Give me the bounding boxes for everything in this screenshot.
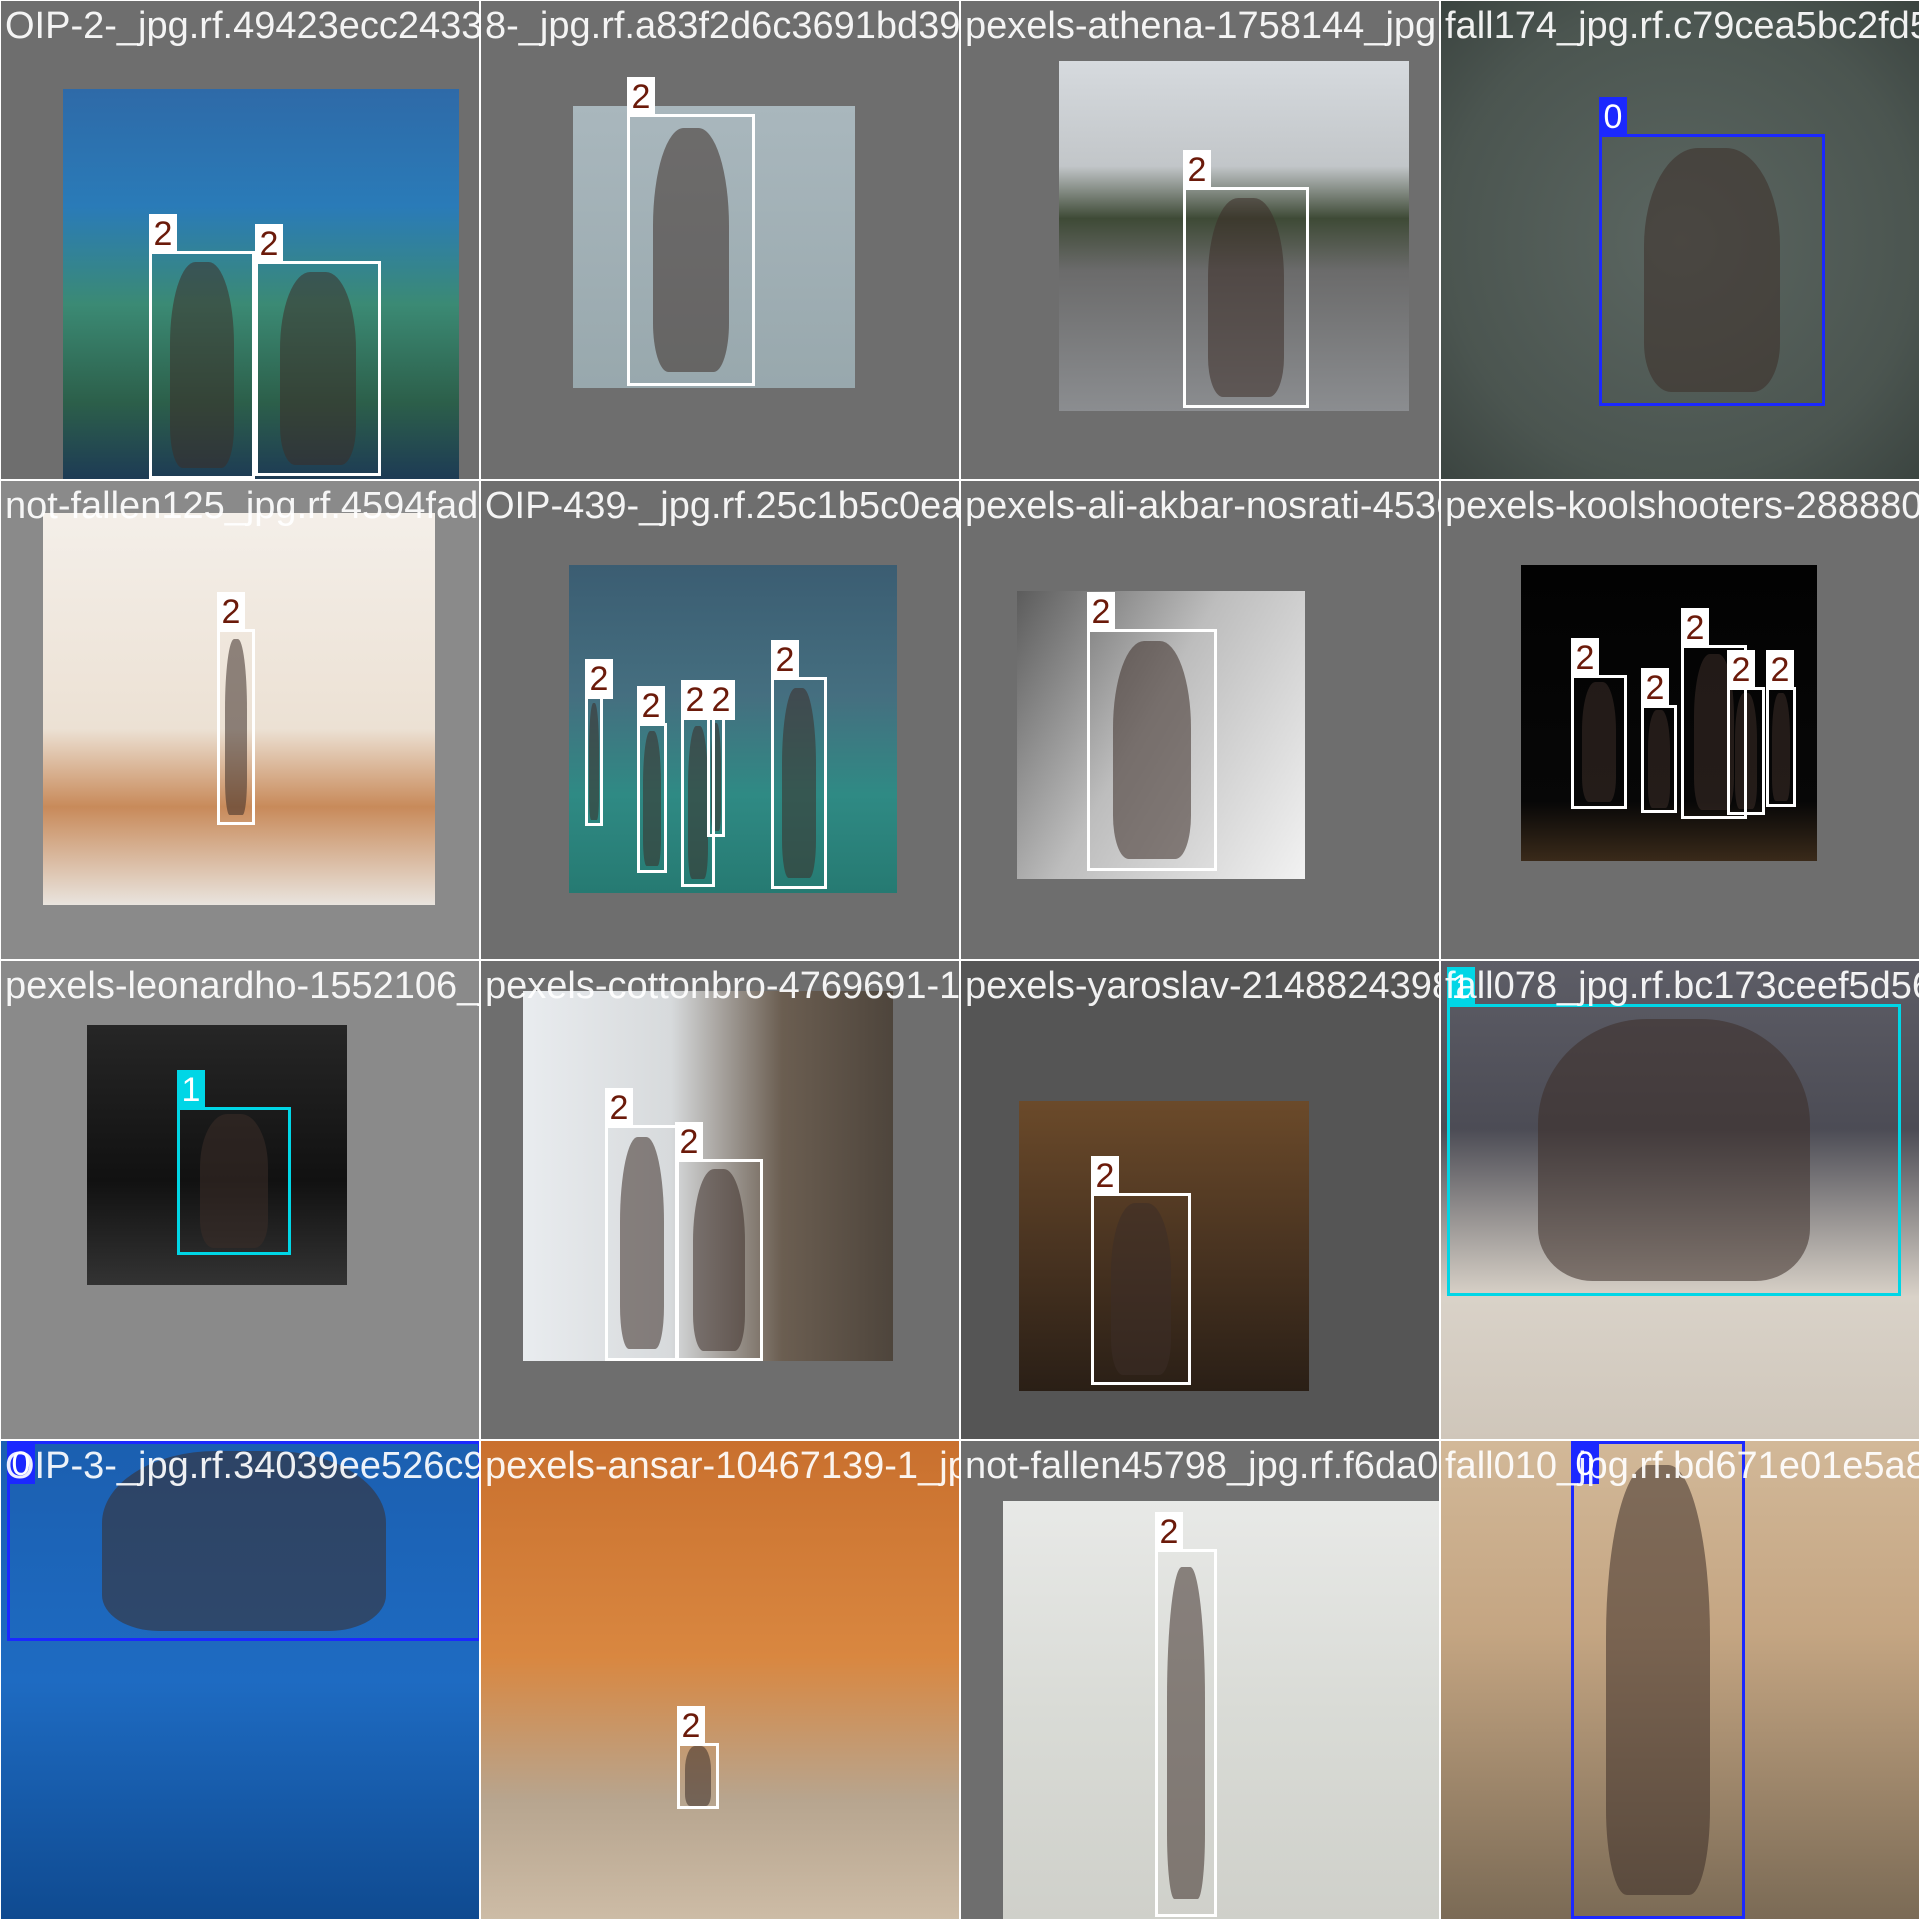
bounding-box: 0 [7,1441,479,1641]
mosaic-tile: 2 8-_jpg.rf.a83f2d6c3691bd3907ed25ffe15e [480,0,960,480]
mosaic-tile: 2not-fallen125_jpg.rf.4594fade3d5b3 [0,480,480,960]
class-label: 2 [1641,668,1669,708]
class-label: 2 [1766,650,1794,690]
class-label: 2 [1091,1156,1119,1196]
mosaic-tile: 2 pexels-athena-1758144_jpg.rf.a2b6edc9 [960,0,1440,480]
mosaic-tile: 2 pexels-yaroslav-2148824398-1_jpg.rf.f4 [960,960,1440,1440]
image-filename: pexels-athena-1758144_jpg.rf.a2b6edc9 [965,5,1439,47]
bounding-box: 2 [1571,638,1627,809]
bounding-box: 2 [1155,1512,1217,1917]
bounding-box: 2 [627,77,755,386]
bounding-box: 2 [1087,592,1217,871]
photo [481,1441,959,1919]
class-label: 2 [217,592,245,632]
class-label: 0 [1571,1444,1599,1484]
image-filename: not-fallen45798_jpg.rf.f6da0eb7a01a [965,1445,1439,1487]
bounding-box: 2 [1183,150,1309,408]
class-label: 2 [637,686,665,726]
class-label: 2 [1183,150,1211,190]
class-label: 2 [149,214,177,254]
mosaic-tile: 0 fall174_jpg.rf.c79cea5bc2fd5c [1440,0,1920,480]
class-label: 1 [177,1070,205,1110]
class-label: 2 [707,680,735,720]
bounding-box: 2 [255,224,381,476]
bounding-box: 2 [677,1706,719,1809]
image-filename: pexels-leonardho-1552106_jpg.rf.9e47b1d [5,965,479,1007]
class-label: 2 [677,1706,705,1746]
mosaic-tile: 1 pexels-leonardho-1552106_jpg.rf.9e47b1d [0,960,480,1440]
class-label: 2 [1681,608,1709,648]
mosaic-tile: 0OIP-3-_jpg.rf.34039ee526c9d4b82 [0,1440,480,1920]
class-label: 0 [7,1444,35,1484]
class-label: 2 [1155,1512,1183,1552]
bounding-box: 2 [1091,1156,1191,1385]
class-label: 1 [1447,967,1475,1007]
mosaic-tile: 1 fall078_jpg.rf.bc173ceef5d56 [1440,960,1920,1440]
class-label: 2 [255,224,283,264]
bounding-box: 2 [675,1122,763,1361]
mosaic-tile: 2pexels-ansar-10467139-1_jpg.rf.a1a [480,1440,960,1920]
image-filename: pexels-ali-akbar-nosrati-4536657 [965,485,1439,527]
image-filename: OIP-2-_jpg.rf.49423ecc243307b18ec5ab3ff2 [5,5,479,47]
bounding-box: 1 [177,1070,291,1255]
mosaic-tile: 22222pexels-koolshooters-2888802_jpg [1440,480,1920,960]
bounding-box: 2 [637,686,667,873]
mosaic-grid: 22OIP-2-_jpg.rf.49423ecc243307b18ec5ab3f… [0,0,1920,1920]
bounding-box: 2 [217,592,255,825]
image-filename: pexels-yaroslav-2148824398-1_jpg.rf.f4 [965,965,1439,1007]
class-label: 2 [627,77,655,117]
bounding-box: 2 [707,680,735,837]
class-label: 0 [1599,97,1627,137]
image-filename: pexels-koolshooters-2888802_jpg [1445,485,1919,527]
bounding-box: 2 [771,640,827,889]
image-filename: OIP-439-_jpg.rf.25c1b5c0ea9f382808944bc1… [485,485,959,527]
class-label: 2 [1087,592,1115,632]
class-label: 2 [681,680,709,720]
mosaic-tile: 2 pexels-ali-akbar-nosrati-4536657 [960,480,1440,960]
class-label: 2 [675,1122,703,1162]
photo [569,565,897,893]
mosaic-tile: 2 2 OIP-2-_jpg.rf.49423ecc243307b18ec5ab3f… [0,0,480,480]
bounding-box: 0 [1571,1441,1745,1919]
class-label: 2 [1727,650,1755,690]
mosaic-tile: 0 fall010_jpg.rf.bd671e01e5a83 [1440,1440,1920,1920]
class-label: 2 [1571,638,1599,678]
bounding-box: 2 [1766,650,1796,807]
photo [1003,1501,1439,1919]
mosaic-tile: 2 not-fallen45798_jpg.rf.f6da0eb7a01a [960,1440,1440,1920]
mosaic-tile: 22pexels-cottonbro-4769691-1_jpg.rf.d268… [480,960,960,1440]
bounding-box: 2 [1727,650,1765,815]
class-label: 2 [605,1088,633,1128]
image-filename: 8-_jpg.rf.a83f2d6c3691bd3907ed25ffe15e [485,5,960,47]
bounding-box: 2 [1641,668,1677,813]
class-label: 2 [585,659,613,699]
bounding-box: 2 [585,659,613,826]
mosaic-tile: 22222OIP-439-_jpg.rf.25c1b5c0ea9f3828089… [480,480,960,960]
bounding-box: 2 [149,214,255,479]
bounding-box: 2 [605,1088,679,1361]
bounding-box: 0 [1599,97,1825,406]
class-label: 2 [771,640,799,680]
bounding-box: 1 [1447,967,1901,1296]
